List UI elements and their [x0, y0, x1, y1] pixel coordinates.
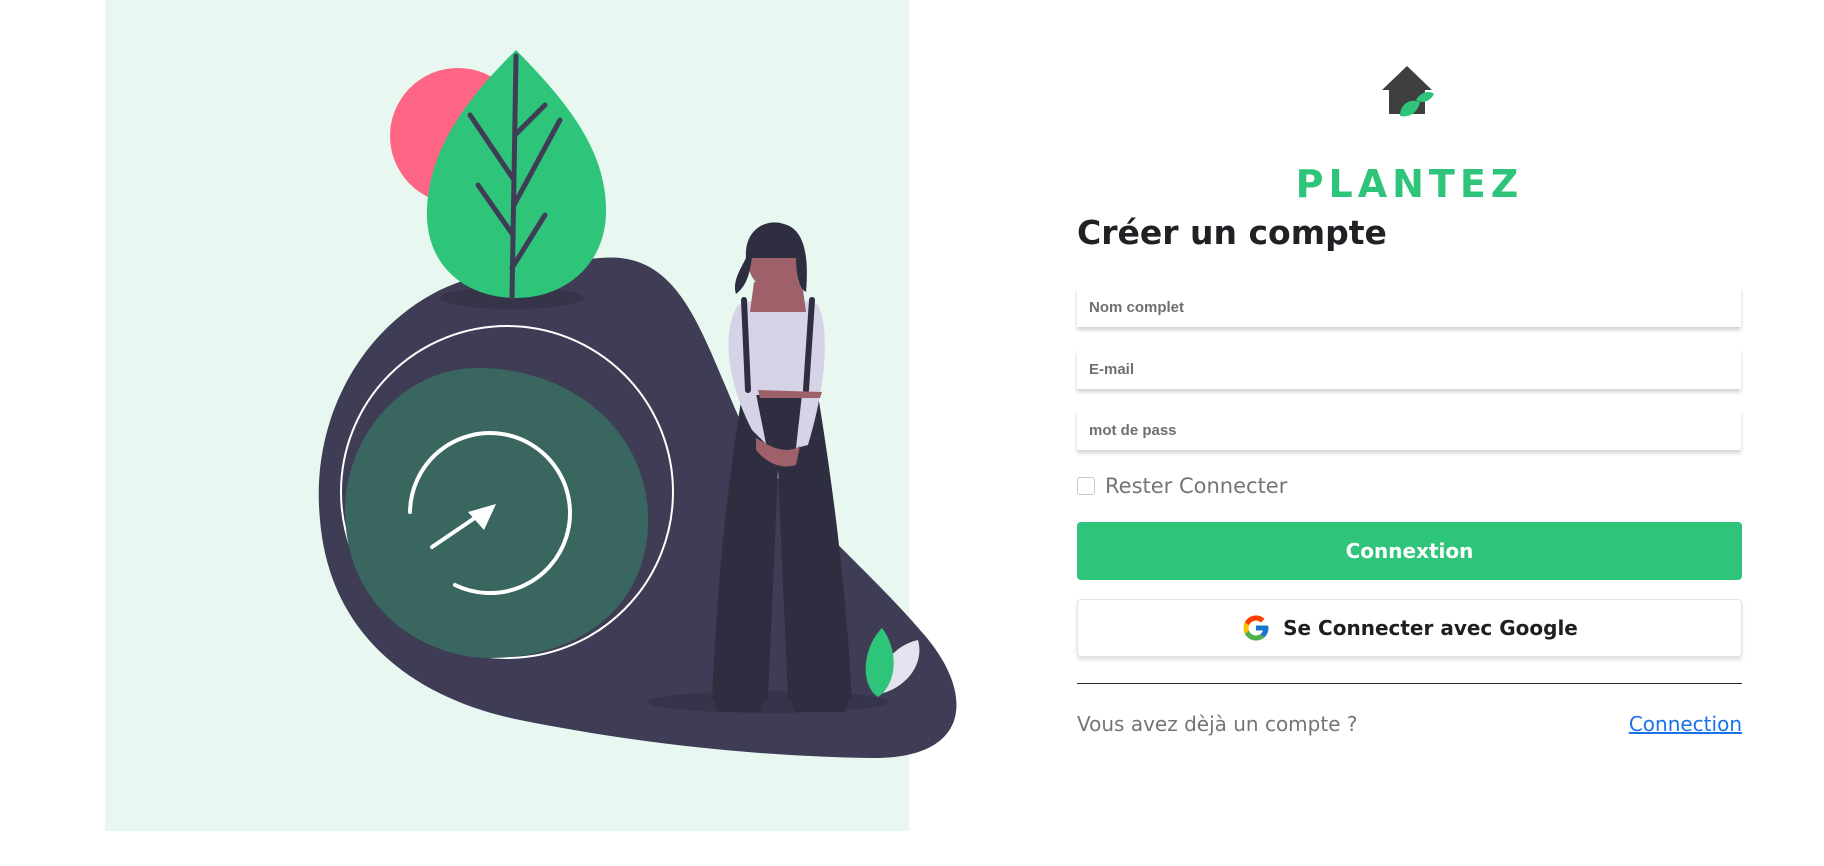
- remember-checkbox[interactable]: [1077, 477, 1095, 495]
- have-account-text: Vous avez dèjà un compte ?: [1077, 712, 1358, 736]
- password-input[interactable]: [1077, 411, 1741, 450]
- remember-label: Rester Connecter: [1105, 474, 1288, 498]
- remember-me[interactable]: Rester Connecter: [1077, 474, 1287, 498]
- submit-button[interactable]: Connextion: [1077, 522, 1742, 580]
- house-leaf-icon: [1382, 66, 1434, 117]
- email-input[interactable]: [1077, 350, 1741, 389]
- login-link[interactable]: Connection: [1629, 712, 1742, 736]
- divider: [1077, 683, 1742, 684]
- google-button-label: Se Connecter avec Google: [1283, 616, 1578, 640]
- page-title: Créer un compte: [1077, 213, 1387, 252]
- google-signin-button[interactable]: Se Connecter avec Google: [1077, 599, 1742, 657]
- brand-name: PLANTEZ: [1295, 162, 1524, 206]
- full-name-input[interactable]: [1077, 288, 1741, 327]
- google-icon: [1243, 615, 1269, 641]
- signup-form: PLANTEZ Créer un compte Rester Connecter…: [1077, 0, 1742, 866]
